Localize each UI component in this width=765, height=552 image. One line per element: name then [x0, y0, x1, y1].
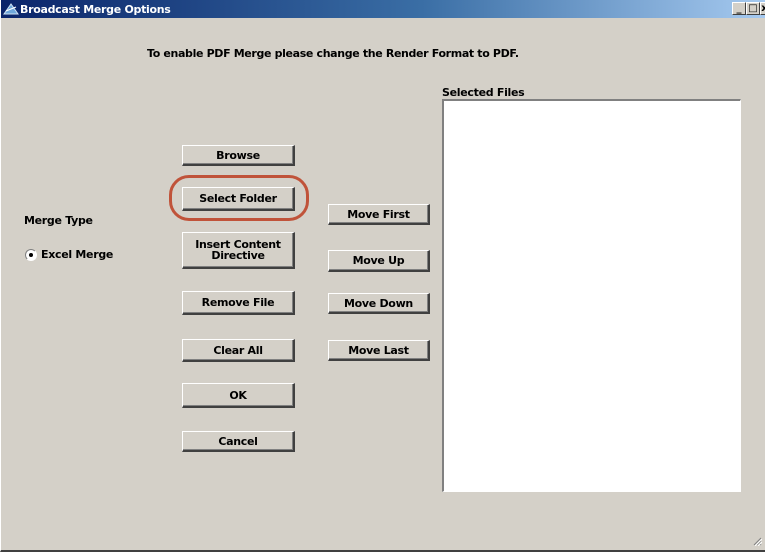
- resize-grip-icon[interactable]: [752, 536, 762, 546]
- select-folder-highlight: [169, 175, 309, 221]
- window-title: Broadcast Merge Options: [20, 3, 171, 16]
- browse-button[interactable]: Browse: [182, 145, 295, 166]
- title-bar[interactable]: Broadcast Merge Options _ □ x: [1, 0, 765, 18]
- maximize-button[interactable]: □: [746, 2, 760, 15]
- ok-button[interactable]: OK: [182, 383, 295, 408]
- move-first-button[interactable]: Move First: [328, 204, 430, 225]
- move-down-button[interactable]: Move Down: [328, 293, 430, 314]
- broadcast-merge-options-window: Broadcast Merge Options _ □ x To enable …: [0, 0, 765, 552]
- selected-files-listbox[interactable]: [442, 99, 741, 492]
- merge-type-label: Merge Type: [24, 214, 93, 227]
- remove-file-button[interactable]: Remove File: [182, 291, 295, 315]
- insert-content-directive-button[interactable]: Insert Content Directive: [182, 232, 295, 269]
- excel-merge-label[interactable]: Excel Merge: [41, 248, 113, 261]
- move-up-button[interactable]: Move Up: [328, 250, 430, 272]
- pdf-merge-notice: To enable PDF Merge please change the Re…: [147, 47, 519, 60]
- clear-all-button[interactable]: Clear All: [182, 339, 295, 362]
- close-button[interactable]: x: [760, 2, 765, 15]
- move-last-button[interactable]: Move Last: [328, 340, 430, 361]
- cancel-button[interactable]: Cancel: [182, 431, 295, 452]
- radio-selected-dot: [29, 253, 33, 257]
- minimize-button[interactable]: _: [732, 2, 746, 15]
- excel-merge-radio[interactable]: [25, 249, 37, 261]
- selected-files-label: Selected Files: [442, 86, 525, 99]
- app-icon: [3, 3, 19, 15]
